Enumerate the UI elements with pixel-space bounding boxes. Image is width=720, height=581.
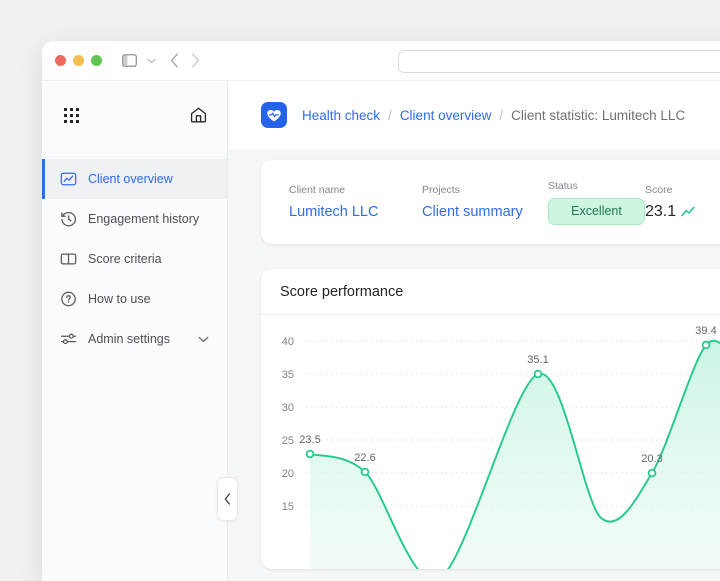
chart-data-point[interactable]: [305, 449, 315, 459]
status-field: Status Excellent: [548, 180, 645, 225]
application-body: Client overview Engagement history Score…: [42, 81, 720, 581]
y-tick-label: 35: [282, 369, 294, 381]
chart-data-label: 22.6: [354, 452, 375, 464]
chart-header: Score performance: [261, 269, 720, 315]
breadcrumb-current-page: Client statistic: Lumitech LLC: [511, 107, 686, 123]
chart-y-axis-ticks: 15 20 25 30 35 40: [282, 336, 294, 513]
score-value: 23.1: [645, 202, 677, 220]
content-area: Client name Lumitech LLC Projects Client…: [228, 149, 720, 569]
maximize-window-button[interactable]: [91, 55, 102, 66]
breadcrumb-link-health-check[interactable]: Health check: [302, 108, 380, 123]
score-field: Score 23.1: [645, 184, 695, 221]
chart-line-icon: [60, 171, 77, 187]
browser-titlebar: [42, 41, 720, 81]
heart-pulse-icon: [261, 102, 287, 128]
sidebar: Client overview Engagement history Score…: [42, 81, 238, 581]
sidebar-item-how-to-use[interactable]: How to use: [42, 279, 227, 319]
client-name-field: Client name Lumitech LLC: [289, 184, 422, 220]
chevron-down-icon[interactable]: [198, 336, 209, 343]
close-window-button[interactable]: [55, 55, 66, 66]
status-badge: Excellent: [548, 197, 645, 225]
y-tick-label: 40: [282, 336, 294, 348]
chevron-down-icon[interactable]: [147, 58, 156, 64]
chart-data-label: 35.1: [527, 354, 548, 366]
score-performance-chart[interactable]: 15 20 25 30 35 40 23.5 22.6 35.1 20.3 39.4: [261, 315, 720, 569]
chart-data-label: 23.5: [299, 434, 320, 446]
address-bar[interactable]: [398, 50, 720, 73]
main-content: Health check / Client overview / Client …: [228, 81, 720, 581]
sidebar-item-admin-settings[interactable]: Admin settings: [42, 319, 227, 359]
chart-body: 15 20 25 30 35 40 23.5 22.6 35.1 20.3 39.4: [261, 315, 720, 569]
sidebar-item-label: How to use: [88, 292, 151, 306]
breadcrumb-separator: /: [388, 107, 392, 123]
client-info-card: Client name Lumitech LLC Projects Client…: [261, 160, 720, 244]
client-name-value[interactable]: Lumitech LLC: [289, 204, 422, 220]
sidebar-item-label: Client overview: [88, 172, 173, 186]
chart-data-label: 20.3: [641, 453, 662, 465]
sidebar-item-score-criteria[interactable]: Score criteria: [42, 239, 227, 279]
client-name-label: Client name: [289, 184, 346, 196]
chart-title: Score performance: [280, 283, 404, 300]
score-label: Score: [645, 183, 673, 196]
question-circle-icon: [60, 291, 77, 307]
chart-data-point[interactable]: [533, 369, 543, 379]
sidebar-item-label: Admin settings: [88, 332, 170, 346]
chart-data-point[interactable]: [701, 340, 711, 350]
clock-rewind-icon: [60, 211, 77, 227]
y-tick-label: 30: [282, 402, 294, 414]
projects-field: Projects Client summary: [422, 184, 548, 220]
apps-grid-icon[interactable]: [64, 107, 79, 123]
breadcrumb-separator: /: [499, 107, 504, 123]
minimize-window-button[interactable]: [73, 55, 84, 66]
projects-value[interactable]: Client summary: [422, 204, 548, 220]
score-row: 23.1: [645, 203, 695, 221]
y-tick-label: 20: [282, 468, 294, 480]
status-label: Status: [548, 179, 578, 192]
y-tick-label: 15: [282, 501, 294, 513]
sidebar-item-client-overview[interactable]: Client overview: [42, 159, 227, 199]
trend-up-icon: [681, 206, 695, 217]
breadcrumb: Health check / Client overview / Client …: [302, 108, 685, 123]
sliders-icon: [60, 331, 77, 347]
forward-button[interactable]: [191, 53, 200, 68]
y-tick-label: 25: [282, 435, 294, 447]
browser-window: Client overview Engagement history Score…: [42, 41, 720, 581]
sidebar-item-engagement-history[interactable]: Engagement history: [42, 199, 227, 239]
back-button[interactable]: [170, 53, 179, 68]
sidebar-item-label: Engagement history: [88, 212, 200, 226]
home-icon[interactable]: [190, 107, 207, 123]
breadcrumb-link-client-overview[interactable]: Client overview: [400, 108, 492, 123]
sidebar-panel-icon[interactable]: [122, 54, 137, 67]
book-open-icon: [60, 251, 77, 267]
projects-label: Projects: [422, 184, 460, 196]
chart-data-point[interactable]: [360, 467, 370, 477]
window-controls: [55, 55, 102, 66]
chart-data-point[interactable]: [647, 468, 657, 478]
sidebar-menu: Client overview Engagement history Score…: [42, 159, 227, 359]
score-performance-card: Score performance 15 20 25 30 35 40 23.5…: [261, 269, 720, 569]
breadcrumb-bar: Health check / Client overview / Client …: [228, 81, 720, 149]
sidebar-item-label: Score criteria: [88, 252, 162, 266]
chart-data-label: 39.4: [695, 325, 716, 337]
sidebar-header: [42, 81, 227, 149]
